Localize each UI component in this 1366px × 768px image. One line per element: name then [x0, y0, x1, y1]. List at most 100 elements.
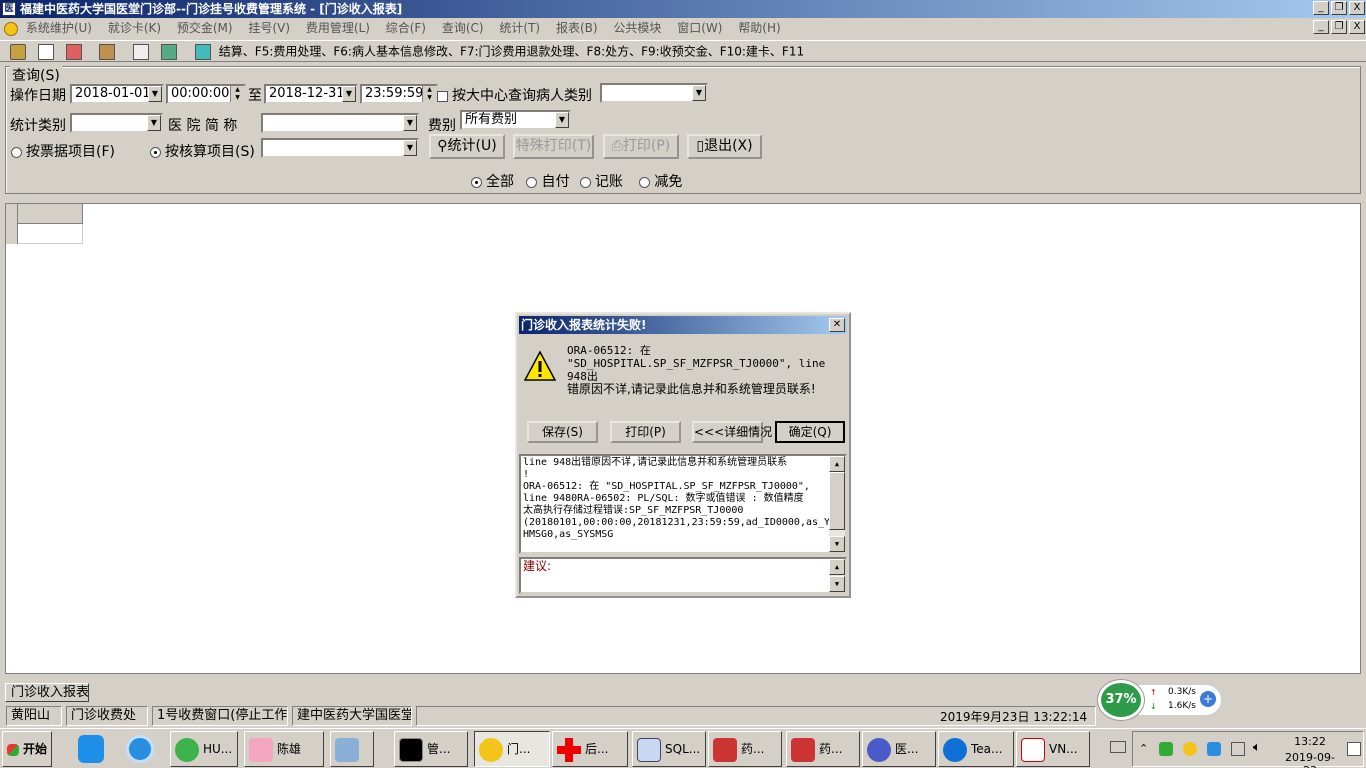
clock-time[interactable]: 13:22	[1279, 735, 1341, 748]
im-client-icon[interactable]	[78, 735, 104, 763]
print-button[interactable]: ⎙打印(P)	[603, 134, 679, 159]
radio-accounting-items[interactable]: 按核算项目(S)	[150, 141, 255, 161]
restore-button[interactable]: ❐	[1331, 1, 1347, 15]
menu-item-general[interactable]: 综合(F)	[386, 21, 426, 35]
clock-date[interactable]: 2019-09-23	[1279, 751, 1341, 768]
chevron-down-icon[interactable]: ▼	[147, 115, 161, 131]
radio-selected-icon[interactable]	[471, 176, 482, 188]
fee-type-select[interactable]: 所有费别 ▼	[460, 110, 571, 130]
mdi-close-button[interactable]: X	[1349, 20, 1365, 34]
menu-item-fees[interactable]: 费用管理(L)	[306, 21, 370, 35]
scroll-thumb[interactable]	[829, 472, 845, 530]
radio-icon[interactable]	[579, 176, 591, 188]
task-pharmacy-2[interactable]: 药...	[786, 731, 860, 767]
exit-icon[interactable]	[194, 43, 211, 60]
menu-item-prepay[interactable]: 预交金(M)	[177, 21, 233, 35]
center-query-checkbox[interactable]: 按大中心查询病人类别	[437, 85, 592, 105]
patient-card-icon[interactable]	[65, 43, 82, 60]
menu-item-help[interactable]: 帮助(H)	[738, 21, 780, 35]
task-medical[interactable]: 医...	[862, 731, 936, 767]
task-desktop[interactable]	[330, 731, 374, 767]
app-menu-icon[interactable]	[4, 21, 18, 36]
plus-icon[interactable]: +	[1200, 691, 1216, 707]
menu-item-register[interactable]: 挂号(V)	[248, 21, 290, 35]
menu-item-reports[interactable]: 报表(B)	[556, 21, 598, 35]
radio-icon[interactable]	[639, 176, 651, 188]
radio-selected-icon[interactable]	[150, 146, 161, 158]
task-sql[interactable]: SQL...	[632, 731, 706, 767]
start-button[interactable]: 开始	[2, 731, 52, 767]
scroll-up-icon[interactable]: ▲	[829, 559, 845, 575]
thermometer-icon[interactable]	[10, 43, 26, 60]
error-detail-text[interactable]: line 948出错原因不详,请记录此信息并和系统管理员联系 ! ORA-065…	[519, 454, 847, 554]
shield-icon[interactable]	[1159, 742, 1173, 756]
menu-item-card[interactable]: 就诊卡(K)	[108, 21, 161, 35]
suggestion-scrollbar[interactable]: ▲ ▼	[829, 559, 845, 592]
detail-scrollbar[interactable]: ▲ ▼	[829, 456, 845, 552]
stat-button[interactable]: ⚲统计(U)	[429, 134, 505, 159]
task-chenxiong[interactable]: 陈雄	[244, 731, 324, 767]
chevron-down-icon[interactable]: ▼	[692, 85, 706, 101]
network-icon[interactable]	[1231, 742, 1245, 756]
spin-icon[interactable]: ▲ ▼	[422, 86, 436, 102]
radio-pay-self[interactable]: 自付	[526, 174, 569, 190]
scroll-up-icon[interactable]: ▲	[829, 456, 845, 472]
close-button[interactable]: X	[1349, 1, 1365, 15]
menu-item-statistics[interactable]: 统计(T)	[499, 21, 540, 35]
task-teamviewer[interactable]: Tea...	[938, 731, 1014, 767]
task-backend[interactable]: 后...	[552, 731, 628, 767]
tab-outpatient-report[interactable]: 门诊收入报表	[5, 683, 89, 702]
radio-pay-discount[interactable]: 减免	[639, 174, 682, 190]
dialog-ok-button[interactable]: 确定(Q)	[775, 421, 845, 443]
special-print-button[interactable]: 特殊打印(T)	[513, 134, 594, 159]
chevron-down-icon[interactable]: ▼	[555, 112, 569, 128]
register-icon[interactable]	[161, 43, 178, 60]
end-date-field[interactable]: 2018-12-31 ▼	[264, 84, 358, 104]
menu-item-query[interactable]: 查询(C)	[442, 21, 484, 35]
spin-icon[interactable]: ▲ ▼	[230, 86, 244, 102]
mdi-minimize-button[interactable]: _	[1313, 20, 1329, 34]
book-icon[interactable]	[99, 43, 116, 60]
scroll-down-icon[interactable]: ▼	[829, 576, 845, 592]
network-monitor[interactable]: 37% ↑ 0.3K/s ↓ 1.6K/s +	[1098, 680, 1224, 720]
dialog-print-button[interactable]: 打印(P)	[610, 421, 681, 443]
im-tray-icon[interactable]	[1207, 742, 1221, 756]
radio-pay-all[interactable]: 全部	[471, 174, 514, 190]
task-hu[interactable]: HU...	[170, 731, 238, 767]
chevron-down-icon[interactable]: ▼	[148, 86, 162, 102]
patient-type-select[interactable]: ▼	[600, 83, 708, 103]
radio-pay-account[interactable]: 记账	[579, 174, 623, 190]
radio-icon[interactable]	[11, 146, 22, 158]
radio-icon[interactable]	[526, 176, 538, 188]
start-time-field[interactable]: 00:00:00 ▲ ▼	[166, 84, 246, 104]
exit-button[interactable]: ▯退出(X)	[687, 134, 762, 159]
menu-item-system[interactable]: 系统维护(U)	[26, 21, 92, 35]
dialog-save-button[interactable]: 保存(S)	[527, 421, 598, 443]
stat-type-select[interactable]: ▼	[70, 113, 163, 133]
accounting-item-select[interactable]: ▼	[261, 138, 419, 158]
browser-ie-icon[interactable]	[126, 735, 154, 763]
new-document-icon[interactable]	[37, 43, 54, 60]
minimize-button[interactable]: _	[1313, 1, 1329, 15]
task-console[interactable]: 管...	[394, 731, 468, 767]
keyboard-icon[interactable]	[1110, 741, 1126, 753]
chevron-down-icon[interactable]: ▼	[342, 86, 356, 102]
radio-receipt-items[interactable]: 按票据项目(F)	[11, 141, 115, 161]
grid-cell[interactable]	[18, 224, 83, 244]
mdi-restore-button[interactable]: ❐	[1331, 20, 1347, 34]
tray-expand-icon[interactable]: ⌃	[1139, 742, 1148, 755]
menu-item-common[interactable]: 公共模块	[613, 21, 661, 35]
scroll-down-icon[interactable]: ▼	[829, 536, 845, 552]
task-vnc[interactable]: VN...	[1016, 731, 1090, 767]
menu-item-window[interactable]: 窗口(W)	[677, 21, 722, 35]
start-date-field[interactable]: 2018-01-01 ▼	[70, 84, 164, 104]
task-pharmacy-1[interactable]: 药...	[708, 731, 782, 767]
chevron-down-icon[interactable]: ▼	[403, 140, 417, 156]
end-time-field[interactable]: 23:59:59 ▲ ▼	[360, 84, 438, 104]
app-tray-icon[interactable]	[1183, 742, 1197, 756]
dialog-details-button[interactable]: <<<详细情况	[692, 421, 772, 443]
dialog-close-button[interactable]: ✕	[829, 318, 845, 332]
chevron-down-icon[interactable]: ▼	[403, 115, 417, 131]
notification-icon[interactable]	[1347, 742, 1361, 756]
checkbox-icon[interactable]	[437, 90, 448, 102]
